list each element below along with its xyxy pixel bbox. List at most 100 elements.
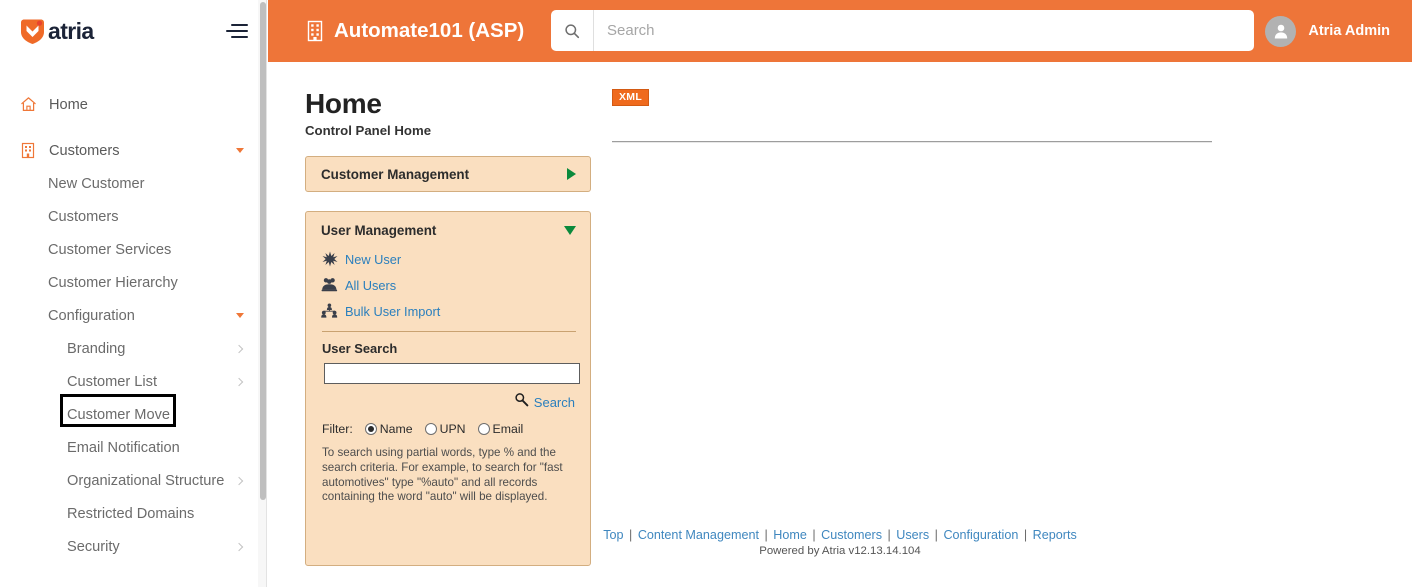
search-input[interactable] (594, 10, 1254, 51)
star-burst-icon (321, 251, 338, 268)
sidebar-item-customers[interactable]: Customers (0, 134, 266, 167)
magnifier-icon (514, 392, 529, 412)
building-icon (18, 141, 38, 161)
filter-option-label: Name (380, 422, 413, 436)
panel-customer-management[interactable]: Customer Management (305, 156, 591, 192)
brand-name: atria (48, 20, 94, 43)
sidebar-item-label: Restricted Domains (67, 506, 244, 522)
footer-separator: | (1022, 528, 1029, 542)
triangle-down-expanded-icon[interactable] (564, 226, 576, 235)
panel-user-management: User Management New User (305, 211, 591, 566)
chevron-down-icon[interactable] (236, 148, 244, 153)
sidebar-item-label: New Customer (48, 176, 244, 192)
panel-title: User Management (321, 223, 436, 238)
footer-links: Top | Content Management | Home | Custom… (268, 528, 1412, 542)
footer-link-top[interactable]: Top (603, 528, 623, 542)
sidebar-item-customer-move[interactable]: Customer Move (0, 398, 266, 431)
sidebar-item-customer-list[interactable]: Customer List (0, 365, 266, 398)
panel-user-management-header[interactable]: User Management (306, 212, 590, 242)
sidebar-item-label: Customer Hierarchy (48, 275, 244, 291)
atria-shield-logo-icon (18, 17, 47, 46)
building-icon (306, 20, 324, 42)
sidebar-item-restricted-domains[interactable]: Restricted Domains (0, 497, 266, 530)
radio-icon[interactable] (425, 423, 437, 435)
top-header: Automate101 (ASP) Atria Admin (268, 0, 1412, 62)
sidebar-item-label: Customers (49, 143, 236, 159)
chevron-right-icon[interactable] (235, 344, 243, 352)
sidebar-item-customers-list[interactable]: Customers (0, 200, 266, 233)
radio-icon[interactable] (478, 423, 490, 435)
sidebar-nav: Home Customers New C (0, 62, 266, 563)
link-all-users[interactable]: All Users (321, 272, 590, 298)
header-title-group: Automate101 (ASP) (306, 19, 524, 43)
link-label: Bulk User Import (345, 304, 440, 319)
sidebar-item-branding[interactable]: Branding (0, 332, 266, 365)
home-icon (18, 95, 38, 115)
user-management-links: New User All Users (306, 242, 590, 324)
sidebar-item-security[interactable]: Security (0, 530, 266, 563)
sidebar-item-label: Configuration (48, 308, 236, 324)
chevron-right-icon[interactable] (235, 542, 243, 550)
sidebar-item-label: Email Notification (67, 440, 244, 456)
footer-separator: | (886, 528, 893, 542)
sidebar-header: atria (0, 0, 266, 62)
sidebar-item-customer-hierarchy[interactable]: Customer Hierarchy (0, 266, 266, 299)
sidebar-item-customer-services[interactable]: Customer Services (0, 233, 266, 266)
sidebar-item-label: Security (67, 539, 236, 555)
xml-badge[interactable]: XML (612, 89, 649, 106)
sidebar-item-home[interactable]: Home (0, 88, 266, 121)
sidebar-item-configuration[interactable]: Configuration (0, 299, 266, 332)
main-content: Home Control Panel Home Customer Managem… (268, 62, 1412, 587)
footer-link-users[interactable]: Users (896, 528, 929, 542)
footer-separator: | (627, 528, 634, 542)
sidebar: atria Home (0, 0, 267, 587)
link-label: All Users (345, 278, 396, 293)
panel-customer-management-header[interactable]: Customer Management (306, 157, 590, 191)
triangle-right-collapsed-icon[interactable] (567, 168, 576, 180)
sidebar-scrollbar-thumb[interactable] (260, 2, 266, 500)
chevron-right-icon[interactable] (235, 377, 243, 385)
footer-link-customers[interactable]: Customers (821, 528, 882, 542)
link-new-user[interactable]: New User (321, 246, 590, 272)
sidebar-item-new-customer[interactable]: New Customer (0, 167, 266, 200)
user-search-help-text: To search using partial words, type % an… (322, 446, 574, 505)
sidebar-item-label: Organizational Structure (67, 473, 236, 489)
footer-link-content-management[interactable]: Content Management (638, 528, 759, 542)
radio-icon[interactable] (365, 423, 377, 435)
sidebar-item-label: Branding (67, 341, 236, 357)
footer: Top | Content Management | Home | Custom… (268, 528, 1412, 557)
chevron-right-icon[interactable] (235, 476, 243, 484)
content-divider (612, 141, 1212, 143)
users-group-icon (321, 277, 338, 294)
user-menu[interactable]: Atria Admin (1265, 0, 1390, 62)
filter-label: Filter: (322, 422, 353, 436)
global-search[interactable] (551, 10, 1254, 51)
sidebar-item-label: Customer Services (48, 242, 244, 258)
link-bulk-user-import[interactable]: Bulk User Import (321, 298, 590, 324)
footer-link-reports[interactable]: Reports (1033, 528, 1077, 542)
sidebar-item-organizational-structure[interactable]: Organizational Structure (0, 464, 266, 497)
user-search-submit[interactable]: Search (306, 392, 575, 412)
brand-logo[interactable]: atria (18, 17, 94, 46)
footer-separator: | (810, 528, 817, 542)
sidebar-item-label: Home (49, 97, 244, 113)
filter-option-email[interactable]: Email (478, 422, 524, 436)
sidebar-item-email-notification[interactable]: Email Notification (0, 431, 266, 464)
footer-separator: | (933, 528, 940, 542)
user-search-input[interactable] (324, 363, 580, 384)
chevron-down-icon[interactable] (236, 313, 244, 318)
footer-link-configuration[interactable]: Configuration (943, 528, 1018, 542)
hamburger-menu-icon[interactable] (226, 23, 248, 40)
panel-title: Customer Management (321, 167, 469, 182)
filter-option-upn[interactable]: UPN (425, 422, 466, 436)
footer-powered-by: Powered by Atria v12.13.14.104 (268, 545, 1412, 557)
filter-option-name[interactable]: Name (365, 422, 413, 436)
user-avatar-icon (1265, 16, 1296, 47)
footer-link-home[interactable]: Home (773, 528, 807, 542)
user-search-filter: Filter: Name UPN Email (322, 422, 590, 436)
search-button-label: Search (534, 395, 575, 410)
users-hierarchy-icon (321, 303, 338, 320)
search-icon (551, 10, 594, 51)
footer-separator: | (762, 528, 769, 542)
link-label: New User (345, 252, 401, 267)
